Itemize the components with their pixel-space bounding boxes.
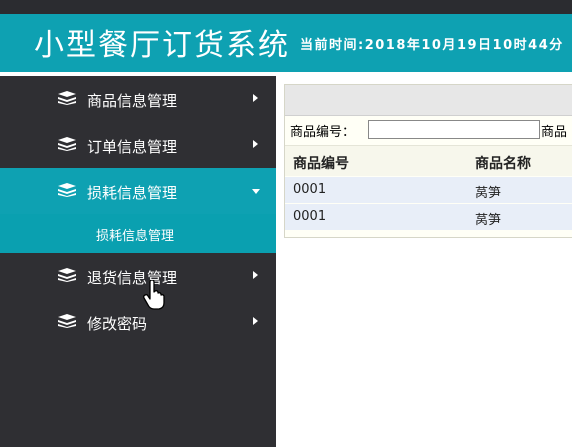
sidebar-item-order-info[interactable]: 订单信息管理: [0, 122, 276, 168]
sidebar-item-label: 退货信息管理: [87, 269, 178, 287]
sidebar-item-label: 订单信息管理: [87, 138, 178, 156]
chevron-right-icon: [253, 317, 258, 325]
app-title: 小型餐厅订货系统: [34, 28, 290, 63]
table-header: 商品编号 商品名称: [285, 145, 572, 176]
search-row: 商品编号： 商品: [285, 117, 572, 143]
table-row[interactable]: 0001 莴笋: [285, 204, 572, 230]
stack-icon: [58, 91, 76, 105]
panel-header: [285, 85, 572, 116]
product-id-search-input[interactable]: [368, 120, 540, 139]
window-top-strip: [0, 0, 572, 14]
sidebar-item-return-info[interactable]: 退货信息管理: [0, 253, 276, 299]
sidebar-item-label: 修改密码: [87, 315, 148, 333]
submenu-item-loss-info[interactable]: 损耗信息管理: [0, 214, 276, 253]
chevron-right-icon: [253, 94, 258, 102]
submenu-item-label: 损耗信息管理: [96, 229, 175, 244]
cell-product-name: 莴笋: [475, 213, 502, 228]
stack-icon: [58, 183, 76, 197]
column-header-product-id[interactable]: 商品编号: [293, 153, 349, 173]
current-time: 当前时间:2018年10月19日10时44分: [300, 38, 564, 53]
product-name-search-label: 商品: [541, 125, 568, 140]
sidebar-item-label: 商品信息管理: [87, 92, 178, 110]
stack-icon: [58, 314, 76, 328]
table-row[interactable]: 0001 莴笋: [285, 177, 572, 203]
sidebar-item-product-info[interactable]: 商品信息管理: [0, 76, 276, 122]
chevron-right-icon: [253, 271, 258, 279]
cell-product-id: 0001: [293, 209, 327, 224]
sidebar-item-change-password[interactable]: 修改密码: [0, 299, 276, 345]
sidebar-item-label: 损耗信息管理: [87, 184, 178, 202]
sidebar-item-loss-info[interactable]: 损耗信息管理: [0, 168, 276, 214]
chevron-right-icon: [253, 140, 258, 148]
column-header-product-name[interactable]: 商品名称: [475, 153, 531, 173]
app-header: 小型餐厅订货系统 当前时间:2018年10月19日10时44分: [0, 14, 572, 72]
data-panel: 商品编号： 商品 商品编号 商品名称 0001 莴笋 0001 莴笋: [284, 84, 572, 238]
sidebar: 商品信息管理 订单信息管理 损耗信息管理 损耗信息管理 退货信息管理 修改密码: [0, 76, 276, 447]
cell-product-name: 莴笋: [475, 186, 502, 201]
chevron-down-icon: [252, 189, 260, 194]
stack-icon: [58, 137, 76, 151]
main-content: 商品编号： 商品 商品编号 商品名称 0001 莴笋 0001 莴笋: [276, 76, 572, 447]
cell-product-id: 0001: [293, 182, 327, 197]
stack-icon: [58, 268, 76, 282]
search-label: 商品编号：: [290, 125, 356, 140]
